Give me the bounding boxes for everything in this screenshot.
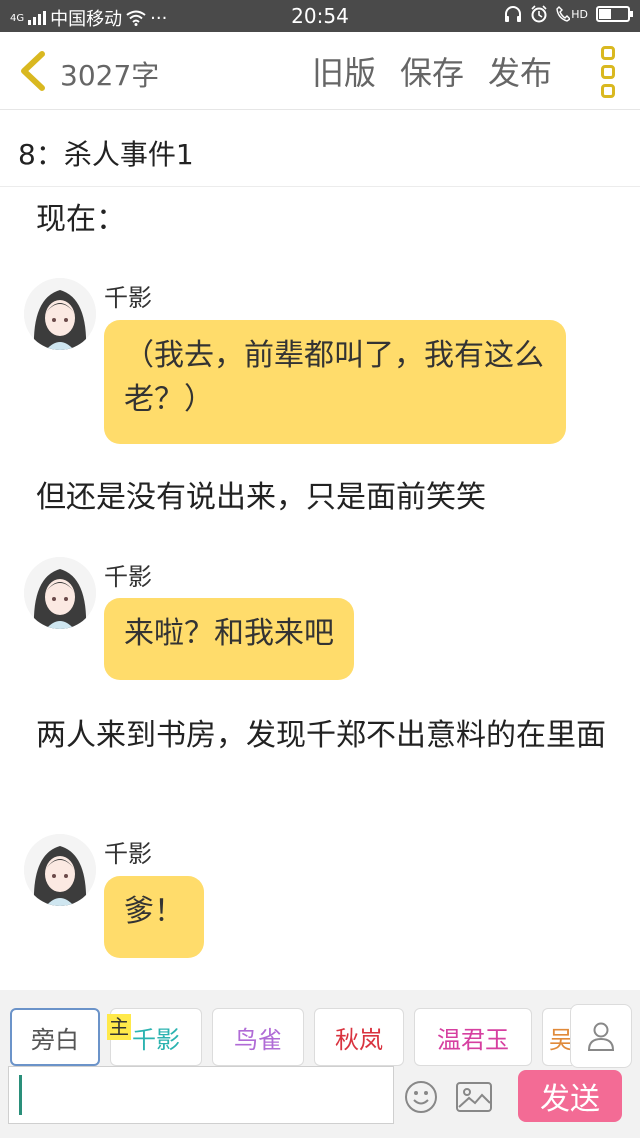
dialogue-bubble: 爹！ [104, 876, 204, 958]
publish-button[interactable]: 发布 [488, 48, 552, 94]
avatar [24, 278, 96, 350]
role-manage-button[interactable] [570, 1004, 632, 1068]
protagonist-badge: 主 [107, 1014, 131, 1040]
chapter-title[interactable]: 8：杀人事件1 [0, 111, 640, 187]
speaker-name: 千影 [104, 563, 152, 591]
send-button[interactable]: 发送 [518, 1070, 622, 1122]
more-menu-icon[interactable] [598, 46, 618, 98]
character-chip-qiulan[interactable]: 秋岚 [314, 1008, 404, 1066]
avatar [24, 557, 96, 629]
narration-line[interactable]: 但还是没有说出来，只是面前笑笑 [36, 476, 616, 520]
character-chip-narrator[interactable]: 旁白 [10, 1008, 100, 1066]
back-chevron-icon[interactable] [16, 50, 50, 92]
alarm-icon [531, 5, 547, 23]
message-input[interactable] [8, 1066, 394, 1124]
battery-icon [596, 6, 633, 22]
image-icon[interactable] [456, 1082, 492, 1112]
narration-line[interactable]: 现在： [36, 198, 616, 242]
text-caret [19, 1075, 22, 1115]
character-chip-niaoque[interactable]: 鸟雀 [212, 1008, 304, 1066]
dialogue-bubble: 来啦？和我来吧 [104, 598, 354, 680]
save-button[interactable]: 保存 [400, 48, 464, 94]
headphones-icon [505, 6, 522, 22]
character-chip-wenjunyu[interactable]: 温君玉 [414, 1008, 532, 1066]
speaker-name: 千影 [104, 284, 152, 312]
composer-bar: 旁白 千影 鸟雀 秋岚 温君玉 吴 发送 [0, 990, 640, 1138]
old-version-button[interactable]: 旧版 [312, 48, 376, 94]
narration-line[interactable]: 两人来到书房，发现千郑不出意料的在里面 [36, 714, 616, 758]
dialogue-bubble: （我去，前辈都叫了，我有这么老？） [104, 320, 566, 444]
top-nav: 3027字 旧版 保存 发布 [0, 32, 640, 110]
avatar [24, 834, 96, 906]
user-icon [587, 1022, 615, 1051]
word-count: 3027字 [60, 59, 160, 92]
status-right: HD [504, 5, 633, 23]
hd-label: HD [571, 7, 588, 21]
hd-call-icon: HD [556, 6, 588, 22]
status-bar: 4G 中国移动 ··· 20:54 HD [0, 0, 640, 32]
speaker-name: 千影 [104, 840, 152, 868]
emoji-icon[interactable] [404, 1080, 438, 1114]
character-chip-partial[interactable]: 吴 [542, 1008, 572, 1066]
